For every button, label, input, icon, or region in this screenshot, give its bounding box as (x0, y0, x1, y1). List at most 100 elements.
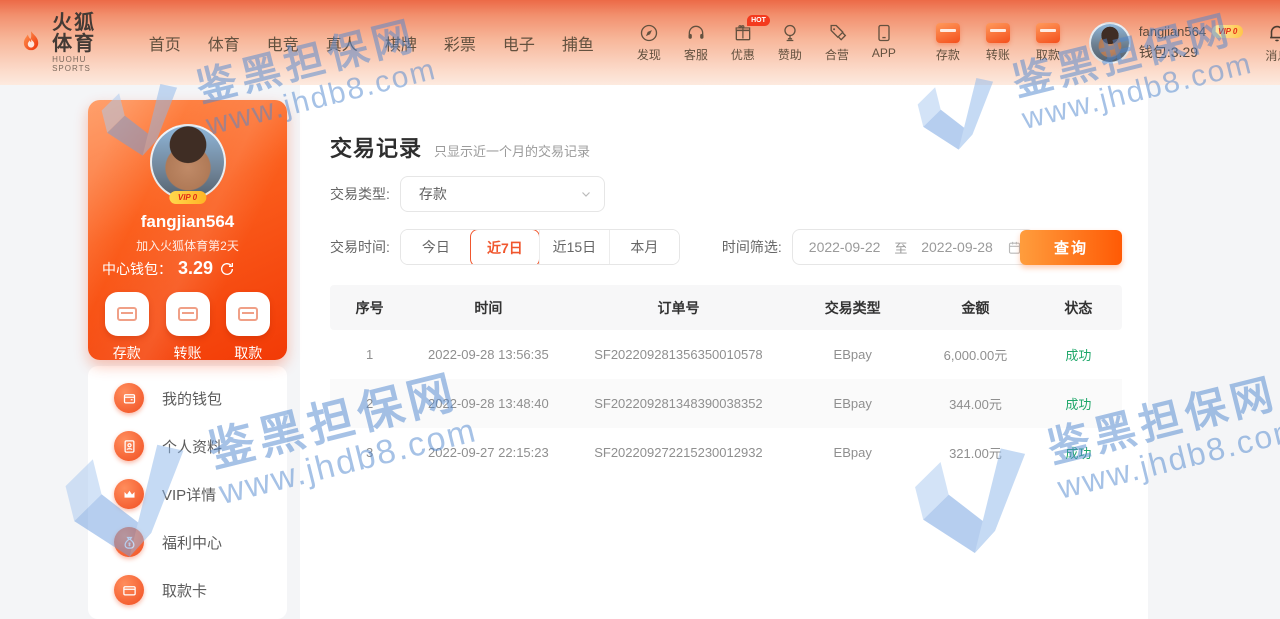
time-option-15days[interactable]: 近15日 (539, 230, 609, 264)
award-icon (780, 23, 800, 43)
cell-time: 2022-09-28 13:56:35 (409, 347, 567, 362)
cell-no: 1 (330, 347, 409, 362)
range-filter-label: 时间筛选: (722, 229, 782, 265)
profile-withdraw-button[interactable]: 取款 (226, 292, 270, 363)
wallet-icon (114, 383, 144, 413)
col-header-time: 时间 (409, 298, 567, 318)
time-range-group: 今日 近7日 近15日 本月 (400, 229, 680, 265)
moneybag-icon (114, 527, 144, 557)
user-avatar[interactable] (1089, 22, 1131, 64)
quick-sponsor[interactable]: 赞助 (775, 23, 805, 63)
header-right: 30 消息 退出 (1265, 22, 1280, 64)
date-separator: 至 (894, 238, 907, 257)
date-range-picker[interactable]: 2022-09-22 至 2022-09-28 (792, 229, 1035, 265)
transaction-type-select[interactable]: 存款 (400, 176, 605, 212)
time-filter-label: 交易时间: (330, 229, 390, 265)
tags-icon (827, 23, 847, 43)
bankcard-icon (114, 575, 144, 605)
brand-logo[interactable]: 火狐体育 HUOHU SPORTS (18, 13, 107, 73)
cell-type: EBpay (789, 396, 916, 411)
cell-order: SF202209281356350010578 (568, 347, 790, 362)
time-option-7days[interactable]: 近7日 (470, 229, 540, 265)
time-option-month[interactable]: 本月 (609, 230, 679, 264)
date-from[interactable]: 2022-09-22 (809, 239, 881, 255)
quick-partner[interactable]: 合营 (822, 23, 852, 63)
sidebar-item-withdraw-card[interactable]: 取款卡 (88, 566, 287, 614)
cell-amount: 6,000.00元 (916, 345, 1035, 364)
sidebar-item-my-wallet[interactable]: 我的钱包 (88, 374, 287, 422)
sidebar-item-benefits-center[interactable]: 福利中心 (88, 518, 287, 566)
username: fangjian564 (1139, 24, 1206, 39)
profile-avatar[interactable] (150, 124, 226, 200)
quick-app[interactable]: APP (869, 23, 899, 63)
nav-item-chess[interactable]: 棋牌 (385, 31, 417, 55)
col-header-status: 状态 (1035, 298, 1122, 318)
nav-item-esports[interactable]: 电竞 (267, 31, 299, 55)
cell-type: EBpay (789, 347, 916, 362)
brand-name-cn: 火狐体育 (52, 13, 107, 55)
sidebar-menu: 我的钱包 个人资料 VIP详情 福利中心 取款卡 (88, 366, 287, 619)
nav-item-sports[interactable]: 体育 (208, 31, 240, 55)
refresh-icon[interactable] (219, 261, 235, 277)
transactions-table: 序号 时间 订单号 交易类型 金额 状态 1 2022-09-28 13:56:… (330, 285, 1122, 477)
col-header-order: 订单号 (568, 298, 790, 318)
cell-no: 3 (330, 445, 409, 460)
cell-time: 2022-09-28 13:48:40 (409, 396, 567, 411)
table-row: 1 2022-09-28 13:56:35 SF2022092813563500… (330, 330, 1122, 379)
nav-item-lottery[interactable]: 彩票 (444, 31, 476, 55)
time-option-today[interactable]: 今日 (401, 230, 471, 264)
withdraw-card-icon (226, 292, 270, 336)
cell-order: SF202209281348390038352 (568, 396, 790, 411)
compass-icon (639, 23, 659, 43)
nav-item-live[interactable]: 真人 (326, 31, 358, 55)
phone-icon (874, 23, 894, 43)
cell-amount: 321.00元 (916, 443, 1035, 462)
quick-support[interactable]: 客服 (681, 23, 711, 63)
col-header-type: 交易类型 (789, 298, 916, 318)
profile-transfer-button[interactable]: 转账 (166, 292, 210, 363)
user-meta: fangjian564 VIP 0 钱包:3.29 (1139, 24, 1244, 62)
wallet-label: 中心钱包： (102, 259, 172, 279)
cell-type: EBpay (789, 445, 916, 460)
nav-item-home[interactable]: 首页 (149, 31, 181, 55)
profile-deposit-button[interactable]: 存款 (105, 292, 149, 363)
nav-item-slots[interactable]: 电子 (503, 31, 535, 55)
flame-logo-icon (18, 22, 44, 64)
nav-item-fishing[interactable]: 捕鱼 (562, 31, 594, 55)
col-header-no: 序号 (330, 298, 409, 318)
deposit-quick-button[interactable]: 存款 (933, 23, 963, 63)
date-to[interactable]: 2022-09-28 (921, 239, 993, 255)
cell-status: 成功 (1035, 345, 1122, 364)
deposit-card-icon (105, 292, 149, 336)
vip-badge: VIP 0 (1212, 25, 1243, 38)
transfer-quick-button[interactable]: 转账 (983, 23, 1013, 63)
profile-actions: 存款 转账 取款 (88, 292, 287, 363)
table-row: 3 2022-09-27 22:15:23 SF2022092722152300… (330, 428, 1122, 477)
cell-order: SF202209272215230012932 (568, 445, 790, 460)
user-block[interactable]: fangjian564 VIP 0 钱包:3.29 (1089, 22, 1244, 64)
withdraw-icon (1036, 23, 1060, 43)
page-subtitle: 只显示近一个月的交易记录 (434, 141, 590, 160)
wallet-balance: 钱包:3.29 (1139, 42, 1244, 62)
type-filter-label: 交易类型: (330, 176, 390, 212)
profile-icon (114, 431, 144, 461)
messages-button[interactable]: 30 消息 (1265, 22, 1280, 64)
wallet-amount: 3.29 (178, 258, 213, 279)
headset-icon (686, 23, 706, 43)
cell-status: 成功 (1035, 443, 1122, 462)
table-row: 2 2022-09-28 13:48:40 SF2022092813483900… (330, 379, 1122, 428)
wallet-quick-actions: 存款 转账 取款 (933, 23, 1063, 63)
quick-promo[interactable]: HOT 优惠 (728, 23, 758, 63)
search-button[interactable]: 查询 (1020, 230, 1122, 265)
withdraw-quick-button[interactable]: 取款 (1033, 23, 1063, 63)
quick-actions: 发现 客服 HOT 优惠 赞助 (634, 23, 899, 63)
sidebar-item-personal-info[interactable]: 个人资料 (88, 422, 287, 470)
table-header-row: 序号 时间 订单号 交易类型 金额 状态 (330, 285, 1122, 330)
quick-discover[interactable]: 发现 (634, 23, 664, 63)
main-nav: 首页 体育 电竞 真人 棋牌 彩票 电子 捕鱼 (149, 31, 594, 55)
cell-amount: 344.00元 (916, 394, 1035, 413)
sidebar-item-vip-details[interactable]: VIP详情 (88, 470, 287, 518)
deposit-icon (936, 23, 960, 43)
transfer-icon (986, 23, 1010, 43)
cell-no: 2 (330, 396, 409, 411)
